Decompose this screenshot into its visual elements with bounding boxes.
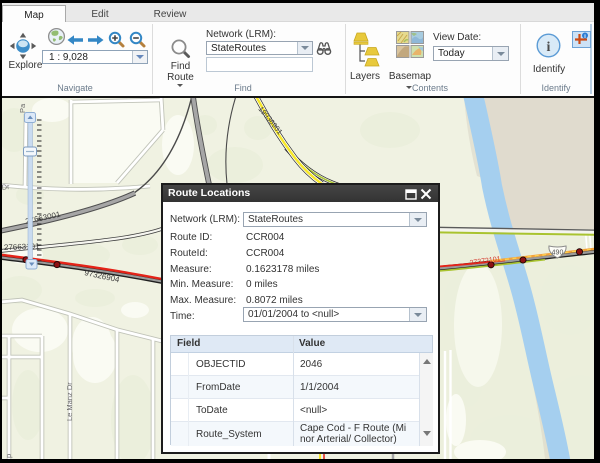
svg-text:Le Manz Dr: Le Manz Dr [65,382,74,421]
svg-text:i: i [547,40,551,55]
svg-text:490: 490 [552,249,564,256]
svg-text:p: p [4,454,13,458]
svg-text:27663101: 27663101 [4,242,40,252]
svg-text:Pa: Pa [18,103,27,113]
